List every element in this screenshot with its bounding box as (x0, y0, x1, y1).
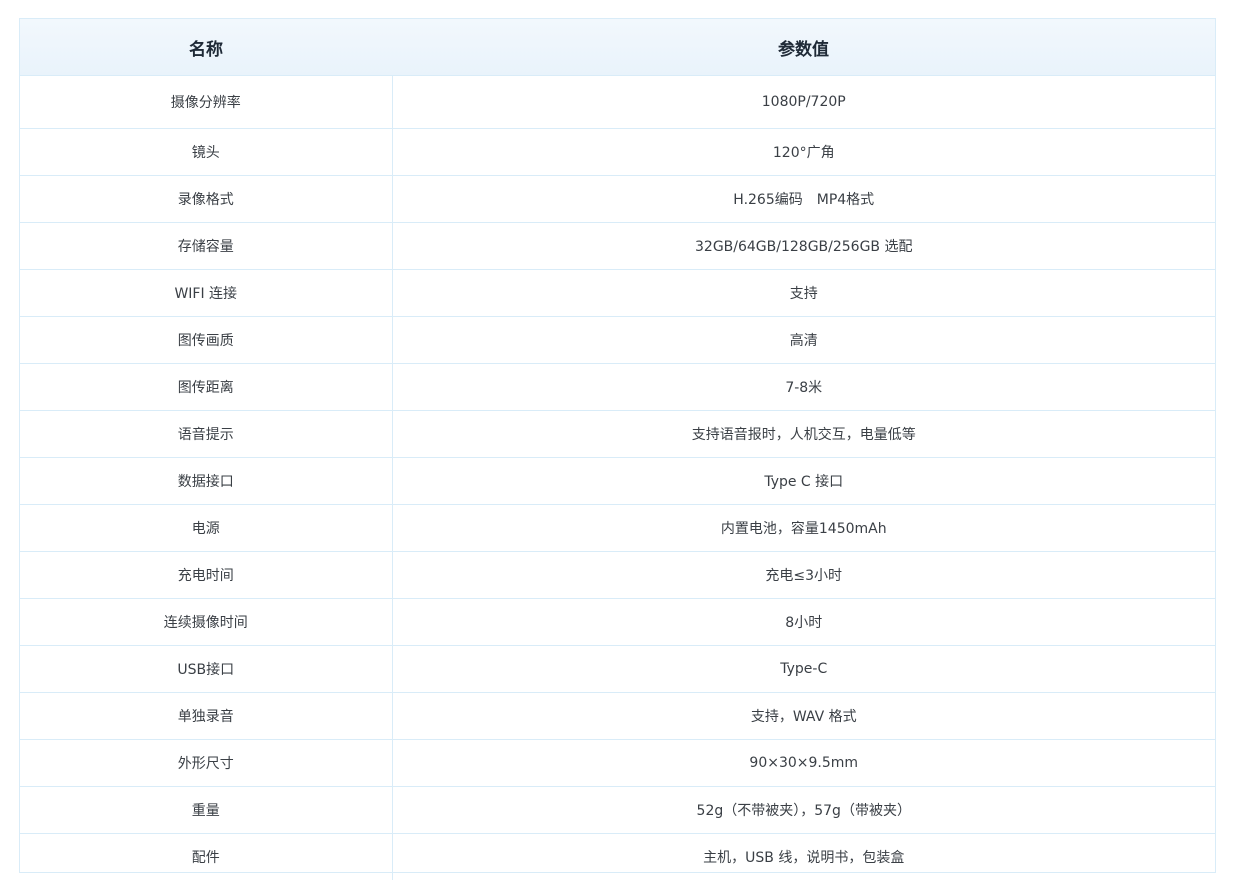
row-name: 电源 (20, 504, 393, 552)
table-row: 电源 内置电池，容量1450mAh (20, 504, 1215, 552)
row-value: 120°广角 (392, 128, 1215, 176)
row-value: 8小时 (392, 598, 1215, 646)
table-row: 外形尺寸 90×30×9.5mm (20, 739, 1215, 787)
table-row: 单独录音 支持，WAV 格式 (20, 692, 1215, 740)
row-name: 镜头 (20, 128, 393, 176)
header-row: 名称 参数值 (20, 19, 1215, 76)
table-row: USB接口 Type-C (20, 645, 1215, 693)
row-name: 连续摄像时间 (20, 598, 393, 646)
table-row: 存储容量 32GB/64GB/128GB/256GB 选配 (20, 222, 1215, 270)
row-value: 充电≤3小时 (392, 551, 1215, 599)
row-value: 高清 (392, 316, 1215, 364)
row-name: 数据接口 (20, 457, 393, 505)
row-name: 配件 (20, 833, 393, 880)
header-name: 名称 (20, 19, 392, 76)
table-body: 摄像分辨率 1080P/720P 镜头 120°广角 录像格式 H.265编码 MP4… (20, 75, 1215, 880)
row-name: USB接口 (20, 645, 393, 693)
spec-table-container: 名称 参数值 摄像分辨率 1080P/720P 镜头 120°广角 录像格式 H.26… (19, 18, 1216, 880)
row-name: 语音提示 (20, 410, 393, 458)
row-value: 1080P/720P (392, 75, 1215, 129)
row-value: 90×30×9.5mm (392, 739, 1215, 787)
row-value: 52g（不带被夹），57g（带被夹） (392, 786, 1215, 834)
row-name: 单独录音 (20, 692, 393, 740)
row-name: 充电时间 (20, 551, 393, 599)
row-name: 外形尺寸 (20, 739, 393, 787)
table-row: 语音提示 支持语音报时，人机交互，电量低等 (20, 410, 1215, 458)
row-value: 支持，WAV 格式 (392, 692, 1215, 740)
table-row: 镜头 120°广角 (20, 128, 1215, 176)
row-value: 支持 (392, 269, 1215, 317)
row-name: 图传画质 (20, 316, 393, 364)
header-value: 参数值 (392, 19, 1215, 76)
row-value: 32GB/64GB/128GB/256GB 选配 (392, 222, 1215, 270)
row-name: 录像格式 (20, 175, 393, 223)
row-value: 7-8米 (392, 363, 1215, 411)
table-row: 摄像分辨率 1080P/720P (20, 75, 1215, 129)
row-value: Type-C (392, 645, 1215, 693)
row-name: 重量 (20, 786, 393, 834)
table-row: 录像格式 H.265编码 MP4格式 (20, 175, 1215, 223)
row-value: H.265编码 MP4格式 (392, 175, 1215, 223)
table-row: 配件 主机，USB 线，说明书，包装盒 (20, 833, 1215, 880)
row-value: 主机，USB 线，说明书，包装盒 (703, 850, 905, 866)
table-row: 连续摄像时间 8小时 (20, 598, 1215, 646)
spec-table: 名称 参数值 摄像分辨率 1080P/720P 镜头 120°广角 录像格式 H.26… (20, 19, 1215, 880)
row-name: WIFI 连接 (20, 269, 393, 317)
table-row: 充电时间 充电≤3小时 (20, 551, 1215, 599)
row-value: 支持语音报时，人机交互，电量低等 (392, 410, 1215, 458)
row-value: Type C 接口 (392, 457, 1215, 505)
row-value: 内置电池，容量1450mAh (392, 504, 1215, 552)
table-row: 重量 52g（不带被夹），57g（带被夹） (20, 786, 1215, 834)
table-row: 数据接口 Type C 接口 (20, 457, 1215, 505)
row-name: 摄像分辨率 (20, 75, 393, 129)
table-header: 名称 参数值 (20, 19, 1215, 76)
row-name: 存储容量 (20, 222, 393, 270)
table-row: 图传距离 7-8米 (20, 363, 1215, 411)
row-name: 图传距离 (20, 363, 393, 411)
table-row: 图传画质 高清 (20, 316, 1215, 364)
table-row: WIFI 连接 支持 (20, 269, 1215, 317)
